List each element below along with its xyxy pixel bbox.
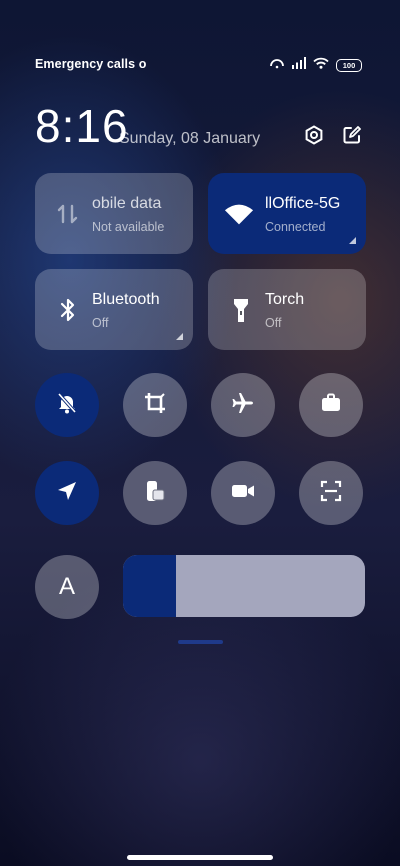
status-icons: 100: [269, 56, 362, 74]
crop-icon: [143, 391, 167, 420]
wifi-status: Connected: [265, 220, 326, 234]
toggle-screen-recorder[interactable]: [211, 461, 275, 525]
airplane-icon: [231, 391, 255, 420]
settings-icon: [304, 124, 324, 150]
bluetooth-title: Bluetooth: [92, 291, 160, 308]
briefcase-icon: [319, 391, 343, 420]
torch-status: Off: [265, 316, 282, 330]
location-arrow-icon: [55, 479, 79, 508]
clock-time: 8:16: [35, 100, 129, 152]
toggle-work-mode[interactable]: [299, 373, 363, 437]
toggle-mute[interactable]: [35, 373, 99, 437]
wifi-icon: [313, 56, 329, 74]
battery-level: 100: [342, 60, 356, 70]
toggle-screenshot[interactable]: [123, 373, 187, 437]
drag-handle[interactable]: [178, 640, 223, 644]
bell-off-icon: [55, 391, 79, 420]
clock-date: Sunday, 08 January: [119, 130, 261, 147]
toggle-airplane-mode[interactable]: [211, 373, 275, 437]
tile-mobile-data[interactable]: obile data Not available: [35, 173, 193, 254]
hotspot-icon: [269, 56, 285, 74]
toggle-floating-window[interactable]: [123, 461, 187, 525]
wifi-network-name: llOffice-5G: [265, 195, 341, 212]
torch-title: Torch: [265, 291, 305, 308]
auto-brightness-label: A: [58, 573, 75, 600]
expand-corner-icon: [349, 237, 356, 244]
signal-icon: [292, 56, 306, 74]
tile-torch[interactable]: Torch Off: [208, 269, 366, 350]
expand-corner-icon: [176, 333, 183, 340]
video-camera-icon: [230, 479, 256, 508]
home-indicator[interactable]: [127, 855, 273, 860]
mobile-data-status: Not available: [92, 220, 165, 234]
battery-icon: 100: [336, 58, 362, 72]
bluetooth-status: Off: [92, 316, 109, 330]
auto-brightness-button[interactable]: A: [35, 555, 99, 619]
wifi-icon: [224, 199, 254, 229]
toggle-scanner[interactable]: [299, 461, 363, 525]
floating-window-icon: [143, 479, 167, 508]
mobile-data-icon: [53, 199, 83, 229]
tile-bluetooth[interactable]: Bluetooth Off: [35, 269, 193, 350]
bluetooth-icon: [53, 295, 83, 325]
scan-icon: [319, 479, 343, 508]
brightness-fill: [123, 555, 177, 617]
edit-button[interactable]: [339, 124, 365, 150]
edit-icon: [342, 125, 362, 150]
toggle-location[interactable]: [35, 461, 99, 525]
tile-wifi[interactable]: llOffice-5G Connected: [208, 173, 366, 254]
settings-button[interactable]: [301, 124, 327, 150]
torch-icon: [226, 295, 256, 325]
brightness-slider[interactable]: [123, 555, 365, 617]
mobile-data-title: obile data: [92, 195, 162, 212]
status-carrier-text: Emergency calls o: [35, 57, 147, 71]
